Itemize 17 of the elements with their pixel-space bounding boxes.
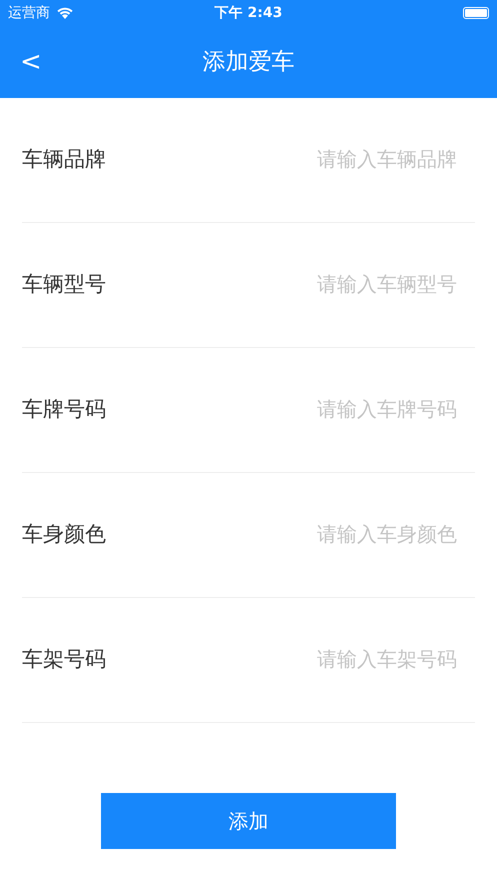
input-field[interactable]: 请输入车身颜色 bbox=[257, 522, 475, 546]
field-label: 车牌号码 bbox=[22, 396, 106, 423]
wifi-icon bbox=[56, 6, 74, 19]
clock-time: 下午 2:43 bbox=[214, 4, 282, 20]
input-field[interactable]: 请输入车辆型号 bbox=[257, 272, 475, 296]
field-label: 车身颜色 bbox=[22, 521, 106, 548]
input-field[interactable]: 请输入车辆品牌 bbox=[257, 147, 475, 171]
carrier-name: 运营商 bbox=[8, 4, 50, 22]
input-field[interactable]: 请输入车架号码 bbox=[257, 647, 475, 671]
page-title: 添加爱车 bbox=[202, 48, 294, 77]
input-field[interactable]: 请输入车牌号码 bbox=[257, 397, 475, 421]
field-label: 车辆型号 bbox=[22, 271, 106, 298]
field-label: 车辆品牌 bbox=[22, 146, 106, 173]
back-button[interactable]: < bbox=[14, 46, 48, 76]
field-label: 车架号码 bbox=[22, 646, 106, 673]
battery-icon bbox=[463, 6, 489, 18]
add-button[interactable]: 添加 bbox=[101, 793, 396, 849]
